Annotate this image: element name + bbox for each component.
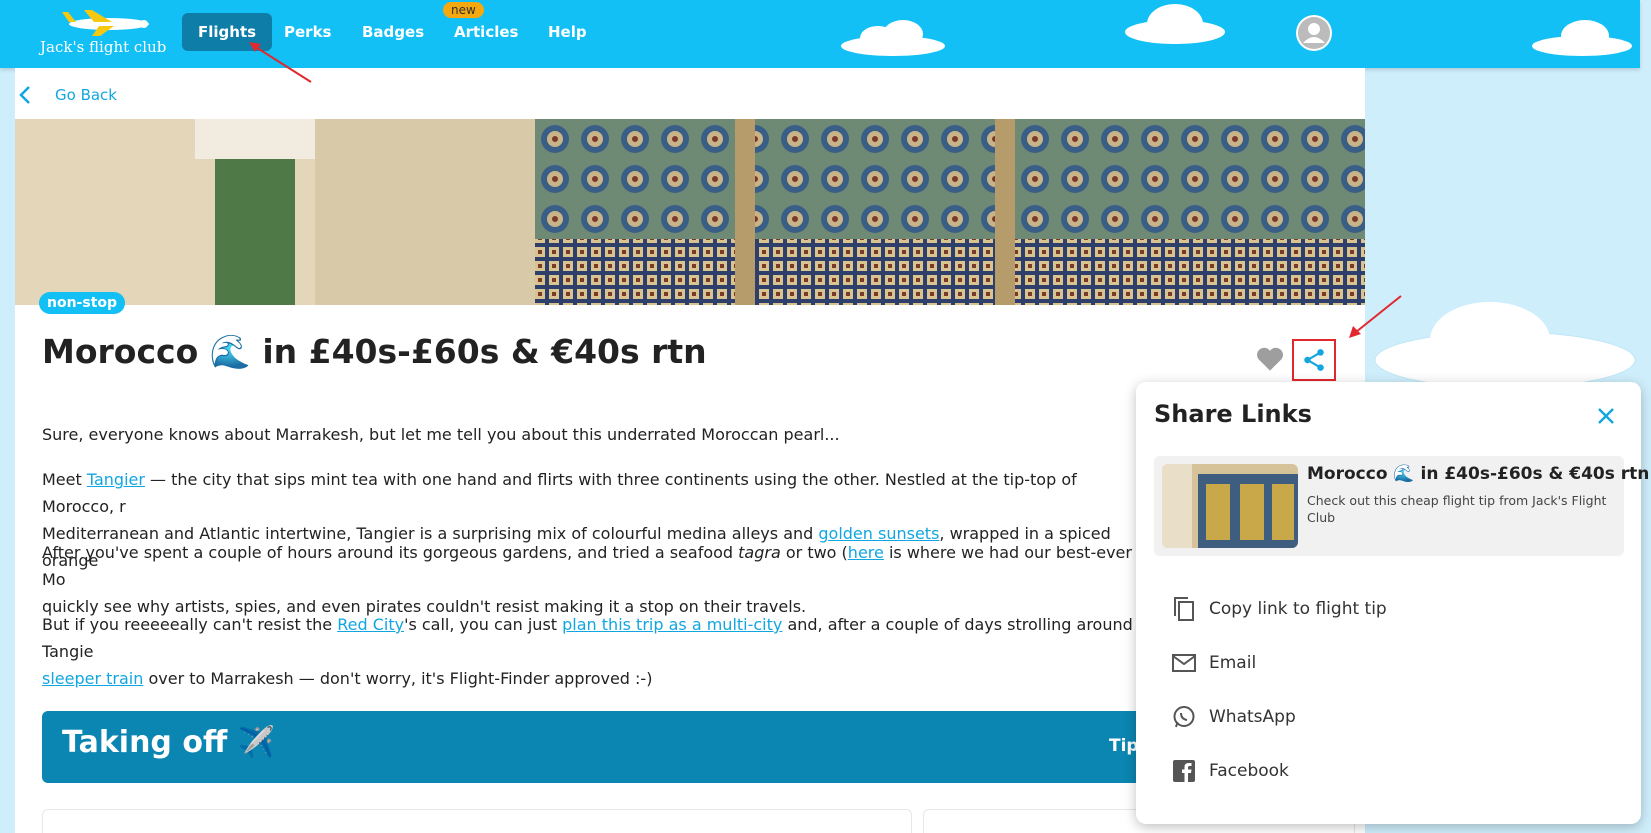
share-button[interactable]	[1292, 339, 1336, 381]
annotation-arrow-icon	[1349, 295, 1402, 338]
user-avatar[interactable]	[1296, 15, 1332, 51]
sleeper-train-link[interactable]: sleeper train	[42, 669, 143, 688]
go-back-link[interactable]: Go Back	[15, 80, 117, 110]
paragraph-text: over to Marrakesh — don't worry, it's Fl…	[143, 669, 653, 688]
preview-title: Morocco 🌊 in £40s-£60s & €40s rtn	[1307, 464, 1650, 484]
paragraph-text: Meet	[42, 470, 87, 489]
whatsapp-label: WhatsApp	[1209, 707, 1296, 727]
nav-help[interactable]: Help	[532, 13, 603, 51]
preview-description: Check out this cheap flight tip from Jac…	[1307, 493, 1607, 525]
whatsapp-option[interactable]: WhatsApp	[1172, 702, 1296, 732]
hero-image	[15, 119, 1365, 305]
banner-title: Taking off ✈️	[62, 725, 276, 760]
chevron-left-icon	[19, 86, 30, 104]
close-icon[interactable]	[1594, 404, 1618, 428]
facebook-label: Facebook	[1209, 761, 1289, 781]
email-icon	[1172, 654, 1196, 672]
content-card	[42, 809, 912, 833]
multi-city-link[interactable]: plan this trip as a multi-city	[562, 615, 782, 634]
user-icon	[1298, 17, 1330, 49]
page-title: Morocco 🌊 in £40s-£60s & €40s rtn	[42, 332, 707, 371]
cloud-decoration-icon	[1532, 20, 1632, 56]
cloud-decoration-icon	[1374, 302, 1636, 389]
cloud-decoration-icon	[841, 20, 945, 56]
whatsapp-icon	[1173, 706, 1195, 728]
here-link[interactable]: here	[848, 543, 884, 562]
share-panel-title: Share Links	[1154, 400, 1312, 428]
facebook-icon	[1173, 760, 1195, 782]
paragraph-text: 's call, you can just	[404, 615, 563, 634]
red-city-link[interactable]: Red City	[337, 615, 404, 634]
heart-icon[interactable]	[1256, 346, 1284, 372]
copy-link-option[interactable]: Copy link to flight tip	[1172, 594, 1387, 624]
copy-link-label: Copy link to flight tip	[1209, 599, 1387, 619]
paragraph-3: After you've spent a couple of hours aro…	[42, 539, 1142, 620]
annotation-arrow-icon	[249, 42, 312, 83]
non-stop-tag: non-stop	[39, 292, 126, 314]
nav-badges[interactable]: Badges	[346, 13, 440, 51]
paragraph-4: But if you reeeeeally can't resist the R…	[42, 611, 1142, 692]
email-option[interactable]: Email	[1172, 648, 1256, 678]
paragraph-text: But if you reeeeeally can't resist the	[42, 615, 338, 634]
banner-tip: Tip	[1109, 736, 1139, 756]
paragraph-1: Sure, everyone knows about Marrakesh, bu…	[42, 425, 840, 444]
airplane-logo-icon	[62, 10, 149, 36]
tangier-link[interactable]: Tangier	[87, 470, 145, 489]
nav-articles[interactable]: Articles	[438, 13, 534, 51]
paragraph-text: — the city that sips mint tea with one h…	[42, 470, 1077, 516]
share-links-panel: Share Links Morocco 🌊 in £40s-£60s & €40…	[1136, 382, 1649, 824]
go-back-label: Go Back	[55, 86, 117, 104]
share-preview-card: Morocco 🌊 in £40s-£60s & €40s rtn Check …	[1154, 456, 1649, 556]
paragraph-text: or two (	[780, 543, 848, 562]
share-icon	[1304, 349, 1324, 371]
preview-thumbnail	[1162, 464, 1298, 548]
logo-text: Jack's flight club	[40, 38, 167, 56]
email-label: Email	[1209, 653, 1257, 673]
site-logo[interactable]: Jack's flight club	[40, 8, 180, 60]
paragraph-text: After you've spent a couple of hours aro…	[42, 543, 739, 562]
copy-icon	[1174, 597, 1194, 621]
cloud-decoration-icon	[1125, 4, 1225, 44]
paragraph-emphasis: tagra	[738, 543, 781, 562]
facebook-option[interactable]: Facebook	[1172, 756, 1289, 786]
